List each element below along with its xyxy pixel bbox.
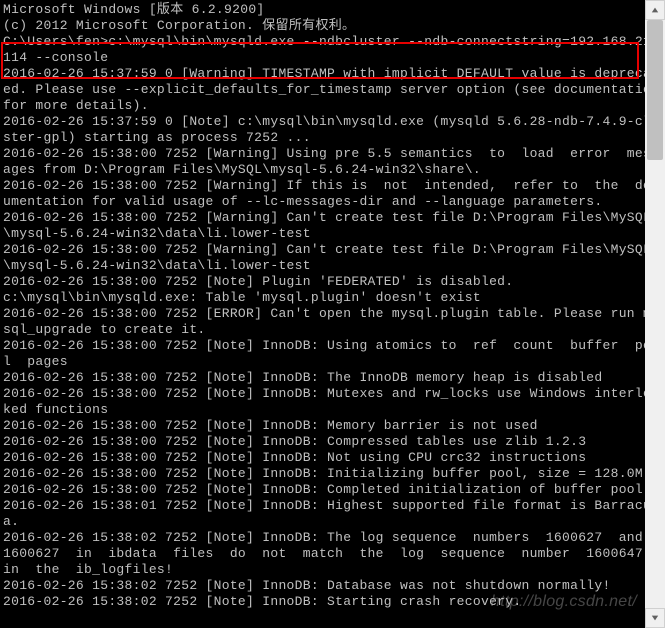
scroll-up-button[interactable] <box>645 0 665 20</box>
terminal-line: 2016-02-26 15:38:02 7252 [Note] InnoDB: … <box>3 530 662 578</box>
terminal-line: c:\mysql\bin\mysqld.exe: Table 'mysql.pl… <box>3 290 662 306</box>
terminal-line: 2016-02-26 15:38:02 7252 [Note] InnoDB: … <box>3 594 662 610</box>
terminal-line: 2016-02-26 15:38:00 7252 [ERROR] Can't o… <box>3 306 662 338</box>
vertical-scrollbar[interactable] <box>645 0 665 628</box>
terminal-line: 2016-02-26 15:38:00 7252 [Note] InnoDB: … <box>3 418 662 434</box>
terminal-line: Microsoft Windows [版本 6.2.9200] <box>3 2 662 18</box>
terminal-line: C:\Users\fen>c:\mysql\bin\mysqld.exe --n… <box>3 34 662 66</box>
terminal-line: (c) 2012 Microsoft Corporation. 保留所有权利。 <box>3 18 662 34</box>
terminal-line: 2016-02-26 15:38:00 7252 [Warning] Can't… <box>3 242 662 274</box>
chevron-down-icon <box>651 614 659 622</box>
terminal-line: 2016-02-26 15:38:00 7252 [Warning] Using… <box>3 146 662 178</box>
terminal-line: 2016-02-26 15:38:01 7252 [Note] InnoDB: … <box>3 498 662 530</box>
terminal-line: 2016-02-26 15:37:59 0 [Note] c:\mysql\bi… <box>3 114 662 146</box>
terminal-line: 2016-02-26 15:38:00 7252 [Note] InnoDB: … <box>3 450 662 466</box>
terminal-line: 2016-02-26 15:38:00 7252 [Note] InnoDB: … <box>3 482 662 498</box>
terminal-line: 2016-02-26 15:38:00 7252 [Note] InnoDB: … <box>3 338 662 370</box>
terminal-line: 2016-02-26 15:38:00 7252 [Note] InnoDB: … <box>3 466 662 482</box>
terminal-line: 2016-02-26 15:38:02 7252 [Note] InnoDB: … <box>3 578 662 594</box>
chevron-up-icon <box>651 6 659 14</box>
terminal-line: 2016-02-26 15:38:00 7252 [Note] Plugin '… <box>3 274 662 290</box>
terminal-line: 2016-02-26 15:38:00 7252 [Warning] If th… <box>3 178 662 210</box>
terminal-line: 2016-02-26 15:38:00 7252 [Note] InnoDB: … <box>3 386 662 418</box>
terminal-line: 2016-02-26 15:37:59 0 [Warning] TIMESTAM… <box>3 66 662 114</box>
scroll-thumb[interactable] <box>647 20 663 160</box>
terminal-line: 2016-02-26 15:38:00 7252 [Note] InnoDB: … <box>3 370 662 386</box>
terminal-line: 2016-02-26 15:38:00 7252 [Note] InnoDB: … <box>3 434 662 450</box>
terminal-line: 2016-02-26 15:38:00 7252 [Warning] Can't… <box>3 210 662 242</box>
terminal-output: Microsoft Windows [版本 6.2.9200](c) 2012 … <box>0 0 665 612</box>
scroll-down-button[interactable] <box>645 608 665 628</box>
